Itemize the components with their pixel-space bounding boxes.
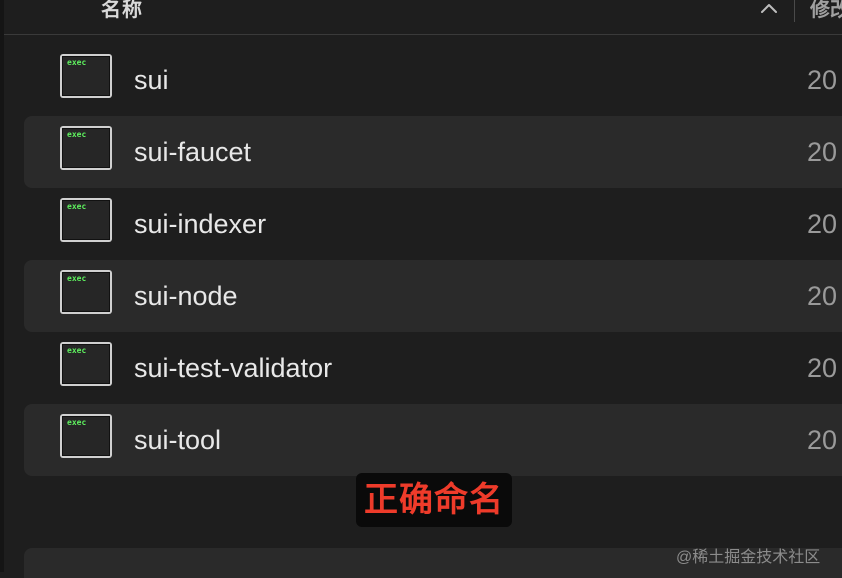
file-date-modified: 20 [807, 65, 838, 95]
window-left-edge [0, 0, 4, 572]
exec-icon-label: exec [67, 274, 87, 283]
file-row[interactable]: exec sui-node 20 [24, 260, 842, 332]
exec-icon-label: exec [67, 130, 87, 139]
column-header-bar: 名称 修改 [4, 0, 842, 35]
file-name: sui-tool [134, 425, 222, 455]
file-name: sui-test-validator [134, 353, 333, 383]
exec-icon: exec [60, 342, 112, 386]
watermark: @稀土掘金技术社区 [676, 549, 821, 566]
chevron-up-icon[interactable] [760, 2, 778, 14]
file-name: sui-indexer [134, 209, 267, 239]
exec-icon-label: exec [67, 58, 87, 67]
file-row[interactable]: exec sui-indexer 20 [24, 188, 842, 260]
exec-icon-label: exec [67, 346, 87, 355]
exec-icon-label: exec [67, 418, 87, 427]
file-name: sui-node [134, 281, 238, 311]
annotation-label: 正确命名 [356, 473, 512, 527]
exec-icon: exec [60, 270, 112, 314]
exec-icon-label: exec [67, 202, 87, 211]
exec-icon: exec [60, 198, 112, 242]
file-row[interactable]: exec sui-faucet 20 [24, 116, 842, 188]
file-date-modified: 20 [807, 209, 838, 239]
exec-icon: exec [60, 54, 112, 98]
exec-icon: exec [60, 126, 112, 170]
file-date-modified: 20 [807, 353, 838, 383]
exec-icon: exec [60, 414, 112, 458]
file-row[interactable]: exec sui 20 [24, 44, 842, 116]
file-row[interactable]: exec sui-test-validator 20 [24, 332, 842, 404]
file-name: sui-faucet [134, 137, 252, 167]
column-divider[interactable] [794, 0, 795, 22]
file-date-modified: 20 [807, 425, 838, 455]
file-name: sui [134, 65, 169, 95]
file-row[interactable]: exec sui-tool 20 [24, 404, 842, 476]
file-date-modified: 20 [807, 137, 838, 167]
column-header-name[interactable]: 名称 [101, 0, 143, 22]
column-header-modified[interactable]: 修改 [810, 0, 842, 22]
file-date-modified: 20 [807, 281, 838, 311]
